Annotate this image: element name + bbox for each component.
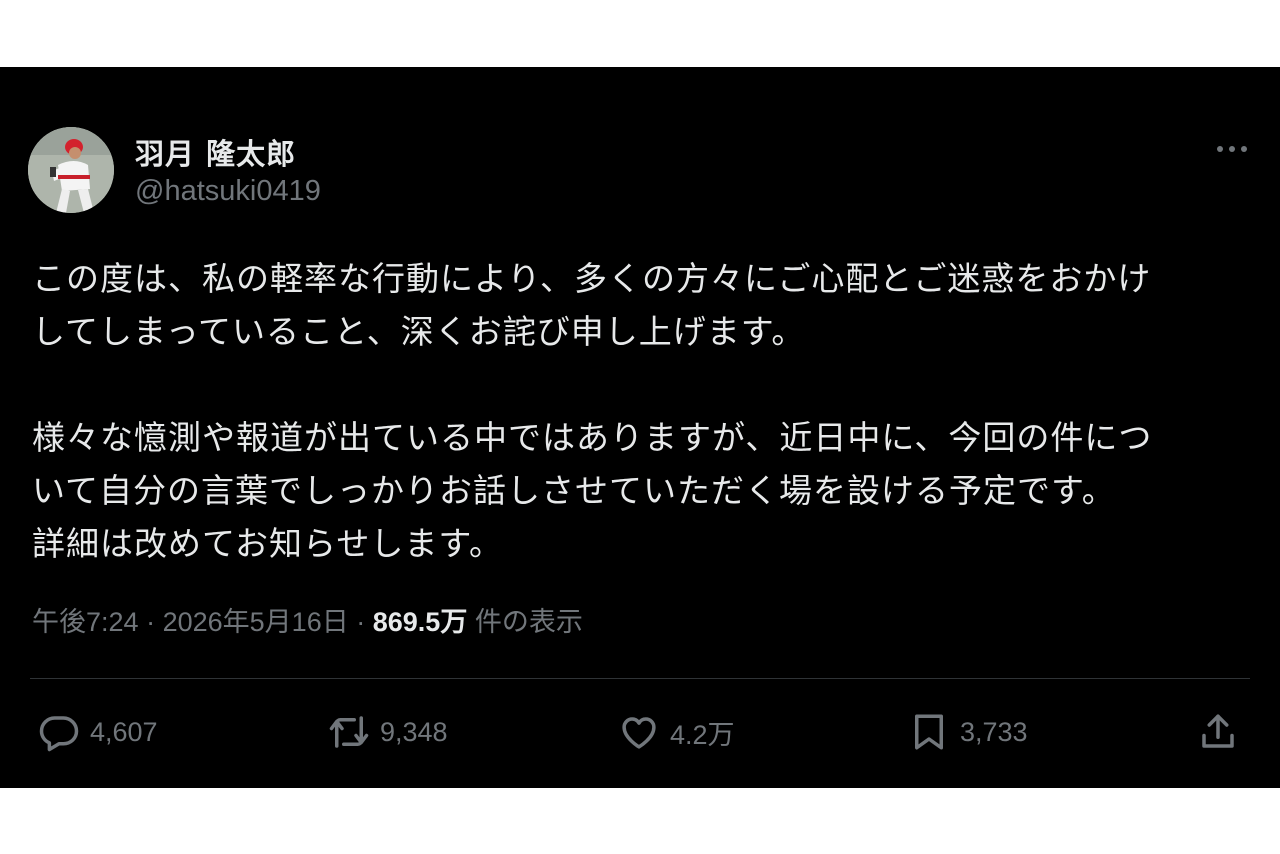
tweet-date[interactable]: 2026年5月16日 bbox=[163, 607, 349, 637]
tweet-text: この度は、私の軽率な行動により、多くの方々にご心配とご迷惑をおかけ してしまって… bbox=[32, 252, 1247, 570]
tweet-time[interactable]: 午後7:24 bbox=[32, 607, 139, 637]
display-name[interactable]: 羽月 隆太郎 bbox=[135, 131, 296, 173]
tweet-meta: 午後7:24 · 2026年5月16日 · 869.5万 件の表示 bbox=[32, 600, 583, 639]
reply-count: 4,607 bbox=[90, 716, 158, 747]
like-icon bbox=[618, 711, 660, 753]
action-bar: 4,607 9,348 4.2万 3,733 bbox=[0, 707, 1280, 757]
divider bbox=[30, 678, 1250, 679]
like-button[interactable]: 4.2万 bbox=[618, 707, 735, 757]
view-label: 件の表示 bbox=[474, 607, 583, 637]
repost-icon bbox=[328, 711, 370, 753]
tweet-line: この度は、私の軽率な行動により、多くの方々にご心配とご迷惑をおかけ bbox=[32, 259, 1152, 298]
meta-separator: · bbox=[146, 607, 156, 637]
handle[interactable]: @hatsuki0419 bbox=[135, 175, 321, 208]
tweet-line: 詳細は改めてお知らせします。 bbox=[32, 524, 504, 563]
tweet-line: いて自分の言葉でしっかりお話しさせていただく場を設ける予定です。 bbox=[32, 471, 1116, 510]
meta-separator: · bbox=[356, 607, 366, 637]
avatar-image bbox=[28, 127, 114, 213]
share-icon bbox=[1197, 711, 1239, 753]
more-icon[interactable] bbox=[1214, 137, 1250, 161]
bookmark-button[interactable]: 3,733 bbox=[908, 707, 1028, 757]
repost-button[interactable]: 9,348 bbox=[328, 707, 448, 757]
tweet-line: 様々な憶測や報道が出ている中ではありますが、近日中に、今回の件につ bbox=[32, 418, 1153, 457]
bookmark-count: 3,733 bbox=[960, 716, 1028, 747]
share-button[interactable] bbox=[1197, 707, 1239, 757]
reply-button[interactable]: 4,607 bbox=[38, 707, 158, 757]
tweet-card: 羽月 隆太郎 @hatsuki0419 この度は、私の軽率な行動により、多くの方… bbox=[0, 67, 1280, 788]
like-count: 4.2万 bbox=[670, 719, 735, 750]
tweet-line: してしまっていること、深くお詫び申し上げます。 bbox=[32, 312, 806, 351]
repost-count: 9,348 bbox=[380, 716, 448, 747]
avatar[interactable] bbox=[28, 127, 114, 213]
reply-icon bbox=[38, 711, 80, 753]
view-count[interactable]: 869.5万 bbox=[373, 607, 468, 637]
bookmark-icon bbox=[908, 711, 950, 753]
